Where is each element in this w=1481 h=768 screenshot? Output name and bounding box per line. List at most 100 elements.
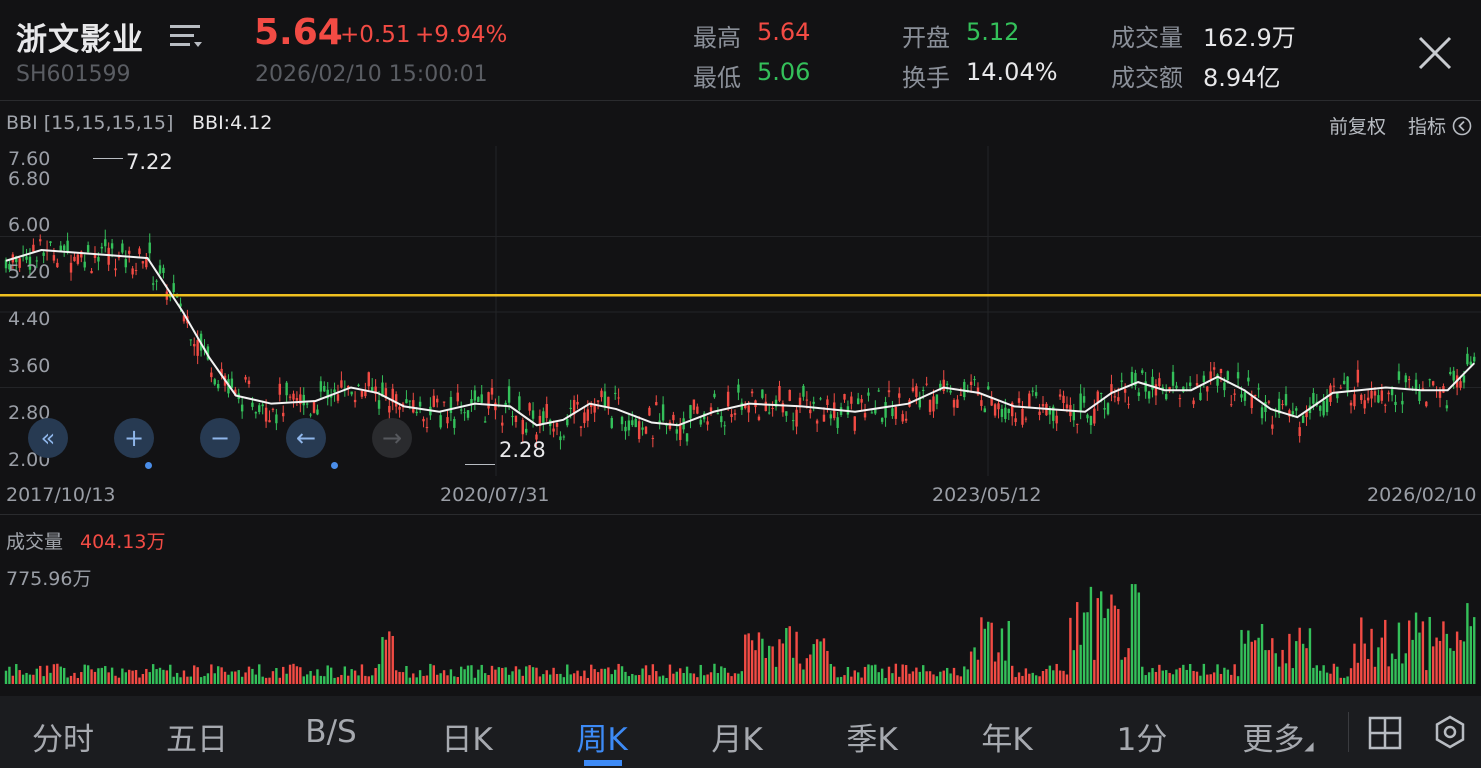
- volume-bar: [590, 664, 593, 684]
- grid-icon[interactable]: [1368, 716, 1402, 750]
- candle-body: [631, 420, 634, 426]
- candle-body: [230, 378, 234, 388]
- volume-bar: [312, 675, 316, 684]
- zoom-out-button[interactable]: −: [200, 418, 240, 458]
- volume-bar: [69, 675, 73, 684]
- candle-body: [213, 379, 216, 385]
- candle-body: [155, 280, 158, 282]
- zoom-in-button[interactable]: +: [114, 418, 154, 458]
- candle-body: [898, 393, 901, 398]
- volume-bar: [1418, 632, 1421, 684]
- candle-body: [302, 394, 305, 406]
- volume-bar: [1089, 586, 1093, 684]
- volume-bar: [1230, 674, 1233, 684]
- candle-body: [42, 252, 45, 256]
- volume-bar: [261, 676, 264, 684]
- tab-quarterly-k[interactable]: 季K: [829, 714, 915, 759]
- tab-one-minute[interactable]: 1分: [1099, 714, 1185, 759]
- adjust-toggle[interactable]: 前复权: [1329, 112, 1386, 139]
- candle-body: [1034, 392, 1038, 396]
- candle-body: [856, 398, 860, 405]
- close-icon[interactable]: [1416, 34, 1454, 72]
- candle-body: [1418, 391, 1421, 401]
- volume-bar: [1339, 677, 1342, 684]
- active-tab-underline: [584, 760, 622, 766]
- volume-bar: [829, 663, 833, 684]
- tab-intraday[interactable]: 分时: [20, 714, 106, 759]
- tab-more[interactable]: 更多◢: [1233, 714, 1323, 759]
- volume-bar: [100, 667, 104, 684]
- volume-bar: [651, 664, 655, 684]
- candle-body: [436, 398, 439, 403]
- volume-bar: [880, 668, 884, 684]
- volume-bar: [196, 667, 199, 684]
- volume-bar: [1031, 672, 1034, 684]
- volume-bar: [709, 672, 713, 684]
- volume-bar: [288, 664, 292, 684]
- scroll-right-button[interactable]: →: [372, 418, 412, 458]
- volume-bar: [572, 673, 576, 684]
- candle-body: [128, 250, 131, 254]
- volume-bar: [525, 666, 528, 684]
- volume-bar: [1034, 675, 1038, 684]
- volume-bar: [1308, 628, 1312, 684]
- volume-bar: [1000, 628, 1004, 684]
- candle-body: [412, 400, 415, 413]
- volume-bar: [966, 669, 969, 684]
- tab-yearly-k[interactable]: 年K: [964, 714, 1050, 759]
- candle-body: [1202, 375, 1206, 382]
- candle-body: [726, 391, 730, 407]
- volume-bar: [600, 668, 603, 684]
- volume-bar: [1226, 669, 1230, 684]
- volume-bar: [83, 664, 86, 684]
- volume-bar: [908, 673, 911, 684]
- volume-bar: [846, 667, 850, 684]
- y-tick: 3.60: [8, 355, 51, 377]
- candle-body: [312, 401, 316, 413]
- candle-body: [1431, 381, 1435, 386]
- scroll-left-button[interactable]: ←: [286, 418, 326, 458]
- volume-bar: [555, 673, 559, 684]
- volume-bar: [1349, 668, 1353, 684]
- volume-bar: [45, 665, 49, 684]
- tab-five-day[interactable]: 五日: [154, 714, 240, 759]
- settings-hexagon-icon[interactable]: [1432, 714, 1468, 750]
- indicator-button[interactable]: 指标: [1408, 112, 1472, 139]
- volume-bar: [521, 675, 524, 684]
- candle-body: [1301, 415, 1305, 423]
- candle-body: [853, 416, 856, 431]
- volume-bar: [839, 676, 843, 684]
- volume-bar: [1004, 660, 1007, 684]
- candle-body: [555, 423, 559, 427]
- jump-start-button[interactable]: «: [28, 418, 68, 458]
- volume-bar: [884, 677, 887, 684]
- volume-bar: [1312, 667, 1315, 684]
- volume-bar: [1052, 670, 1055, 684]
- volume-chart[interactable]: [0, 556, 1481, 688]
- candle-body: [1082, 396, 1086, 403]
- candle-body: [716, 413, 720, 415]
- volume-bar: [1212, 672, 1216, 684]
- candle-body: [713, 393, 716, 398]
- tab-monthly-k[interactable]: 月K: [694, 714, 780, 759]
- tab-weekly-k[interactable]: 周K: [559, 714, 645, 759]
- volume-bar: [1346, 676, 1349, 684]
- candle-body: [83, 261, 86, 268]
- tab-daily-k[interactable]: 日K: [424, 714, 510, 759]
- candle-body: [93, 254, 97, 259]
- volume-bar: [720, 666, 723, 684]
- candle-body: [1055, 415, 1058, 424]
- volume-bar: [1137, 592, 1141, 684]
- tab-bs[interactable]: B/S: [288, 714, 374, 750]
- volume-bar: [415, 677, 418, 684]
- candle-body: [1425, 401, 1428, 407]
- candle-body: [1459, 381, 1462, 388]
- volume-bar: [199, 677, 203, 684]
- volume-bar: [371, 675, 374, 684]
- candle-body: [1093, 408, 1096, 424]
- candle-body: [836, 417, 839, 428]
- list-menu-icon[interactable]: [168, 20, 204, 50]
- volume-bar: [1380, 637, 1384, 684]
- volume-bar: [706, 674, 709, 684]
- volume-bar: [812, 644, 815, 684]
